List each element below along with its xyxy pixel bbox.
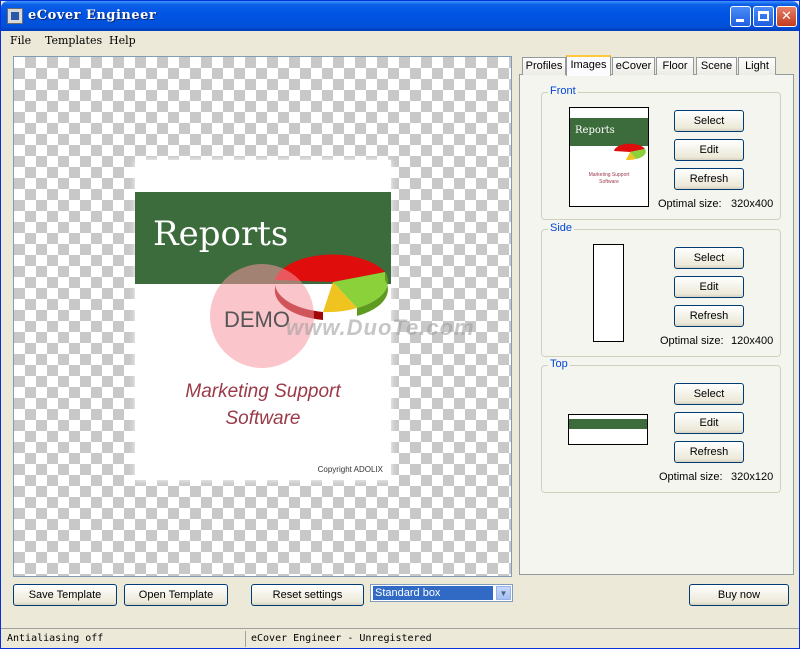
tab-images[interactable]: Images (566, 55, 611, 76)
close-icon: ✕ (781, 9, 792, 24)
watermark-text: www.DuoTe.com (286, 315, 475, 340)
chevron-down-icon[interactable]: ▼ (496, 586, 511, 600)
top-edit-button[interactable]: Edit (674, 412, 744, 434)
side-edit-button[interactable]: Edit (674, 276, 744, 298)
save-template-button[interactable]: Save Template (13, 584, 117, 606)
demo-text: DEMO (224, 307, 290, 332)
menu-templates[interactable]: Templates (45, 34, 102, 47)
front-thumb-subtitle-2: Software (599, 179, 619, 185)
front-group-label: Front (548, 85, 578, 97)
top-refresh-button[interactable]: Refresh (674, 441, 744, 463)
preview-canvas[interactable]: Reports Marketing Support Software Copyr… (13, 56, 512, 577)
side-group-label: Side (548, 222, 575, 234)
front-edit-button[interactable]: Edit (674, 139, 744, 161)
buy-now-button[interactable]: Buy now (689, 584, 789, 606)
front-image-thumbnail: Reports Marketing Support Software (569, 107, 649, 207)
tab-ecover[interactable]: eCover (612, 57, 655, 75)
top-image-thumbnail (568, 414, 648, 445)
cover-subtitle-line-2: Software (225, 408, 301, 429)
cover-subtitle-line-1: Marketing Support (185, 381, 341, 402)
box-type-select[interactable]: Standard box ▼ (370, 584, 513, 602)
front-thumb-pie-icon (614, 143, 646, 161)
tab-light[interactable]: Light (738, 57, 776, 75)
app-window: eCover Engineer ✕ File Templates Help Re… (0, 0, 800, 649)
close-button[interactable]: ✕ (776, 6, 797, 27)
side-optimal-value: 120x400 (731, 335, 774, 347)
front-refresh-button[interactable]: Refresh (674, 168, 744, 190)
side-optimal-label: Optimal size: (660, 335, 724, 347)
tab-floor[interactable]: Floor (656, 57, 694, 75)
side-image-thumbnail (593, 244, 624, 342)
minimize-button[interactable] (730, 6, 751, 27)
top-select-button[interactable]: Select (674, 383, 744, 405)
front-thumb-subtitle: Marketing Support Software (570, 172, 648, 186)
maximize-icon (758, 11, 769, 21)
title-bar[interactable]: eCover Engineer ✕ (1, 1, 799, 31)
open-template-button[interactable]: Open Template (124, 584, 228, 606)
front-thumb-subtitle-1: Marketing Support (588, 172, 630, 178)
status-antialiasing: Antialiasing off (7, 633, 104, 644)
minimize-icon (736, 19, 744, 22)
tab-profiles[interactable]: Profiles (522, 57, 566, 75)
status-divider (245, 631, 246, 647)
side-refresh-button[interactable]: Refresh (674, 305, 744, 327)
front-optimal-label: Optimal size: (658, 198, 722, 210)
maximize-button[interactable] (753, 6, 774, 27)
box-type-value: Standard box (373, 586, 493, 600)
window-title: eCover Engineer (28, 8, 157, 23)
app-icon[interactable] (7, 8, 23, 24)
front-select-button[interactable]: Select (674, 110, 744, 132)
top-optimal-label: Optimal size: (659, 471, 723, 483)
top-optimal-value: 320x120 (731, 471, 774, 483)
cover-subtitle: Marketing Support Software (135, 378, 391, 432)
menu-help[interactable]: Help (109, 34, 136, 47)
status-bar: Antialiasing off eCover Engineer - Unreg… (1, 628, 799, 648)
tab-scene[interactable]: Scene (696, 57, 737, 75)
front-optimal-value: 320x400 (731, 198, 774, 210)
top-thumb-band (569, 419, 647, 429)
menu-bar: File Templates Help (1, 31, 799, 51)
top-group-label: Top (548, 358, 570, 370)
side-select-button[interactable]: Select (674, 247, 744, 269)
cover-copyright: Copyright ADOLIX (317, 465, 383, 474)
status-registration: eCover Engineer - Unregistered (251, 633, 432, 644)
reset-settings-button[interactable]: Reset settings (251, 584, 364, 606)
menu-file[interactable]: File (10, 34, 31, 47)
